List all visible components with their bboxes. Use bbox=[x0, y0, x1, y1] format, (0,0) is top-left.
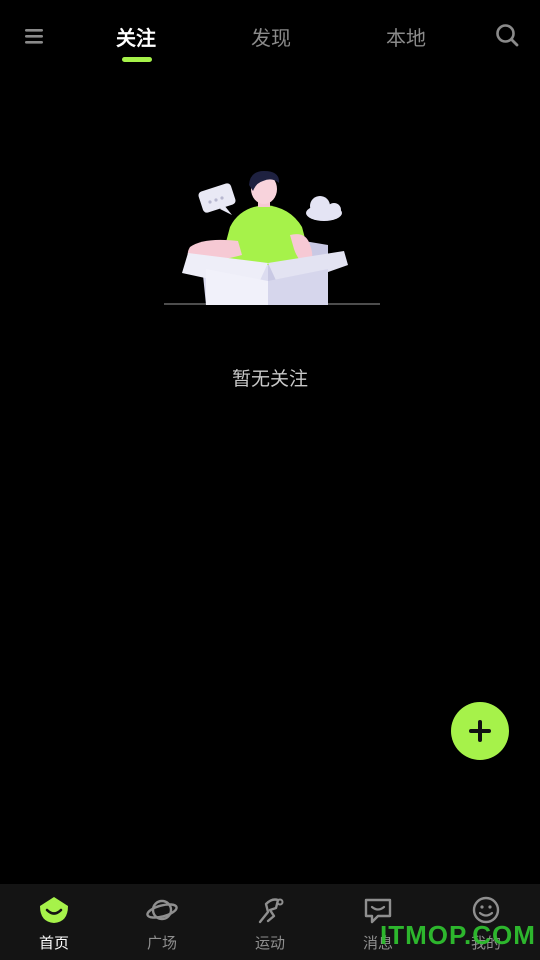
hamburger-icon[interactable] bbox=[22, 24, 48, 48]
cloud-icon bbox=[306, 196, 342, 221]
nav-label-home: 首页 bbox=[38, 934, 69, 952]
nav-item-home[interactable]: 首页 bbox=[0, 884, 108, 960]
top-bar: 关注 发现 本地 bbox=[0, 0, 540, 72]
empty-state-message: 暂无关注 bbox=[231, 368, 308, 390]
search-icon[interactable] bbox=[494, 22, 520, 48]
watermark-text: ITMOP.COM bbox=[380, 920, 536, 950]
plus-icon bbox=[469, 720, 491, 742]
active-tab-indicator bbox=[122, 57, 152, 62]
empty-state-illustration bbox=[164, 171, 380, 305]
add-button[interactable] bbox=[451, 702, 509, 760]
speech-bubble-icon bbox=[198, 183, 236, 215]
nav-label-square: 广场 bbox=[146, 934, 177, 952]
home-face-icon bbox=[40, 897, 68, 923]
nav-item-square[interactable]: 广场 bbox=[108, 884, 216, 960]
planet-icon bbox=[146, 899, 178, 921]
tab-discover[interactable]: 发现 bbox=[251, 22, 291, 51]
tab-local[interactable]: 本地 bbox=[386, 22, 426, 51]
nav-label-sport: 运动 bbox=[254, 934, 285, 952]
running-icon bbox=[258, 898, 284, 924]
nav-item-sport[interactable]: 运动 bbox=[216, 884, 324, 960]
tab-follow[interactable]: 关注 bbox=[116, 22, 156, 51]
